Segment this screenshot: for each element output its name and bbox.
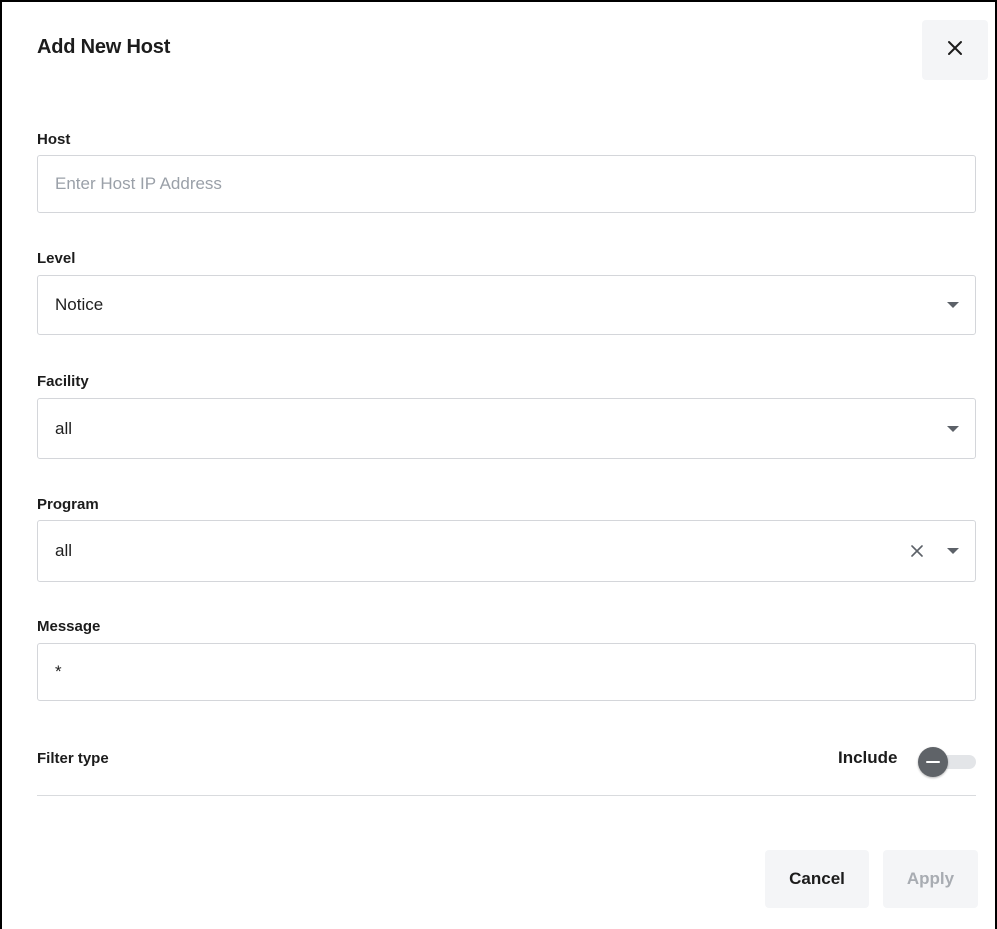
facility-selected-value: all bbox=[55, 418, 73, 438]
divider bbox=[37, 795, 976, 796]
chevron-down-icon bbox=[947, 425, 959, 432]
toggle-knob bbox=[918, 747, 948, 777]
include-label: Include bbox=[838, 748, 898, 767]
host-label: Host bbox=[37, 131, 71, 148]
clear-icon[interactable] bbox=[909, 543, 925, 559]
close-icon bbox=[947, 40, 963, 61]
minus-icon bbox=[926, 761, 940, 763]
facility-label: Facility bbox=[37, 373, 89, 390]
close-button[interactable] bbox=[922, 20, 988, 80]
level-label: Level bbox=[37, 250, 76, 267]
cancel-button[interactable]: Cancel bbox=[765, 850, 869, 908]
message-field bbox=[37, 643, 976, 701]
message-input[interactable] bbox=[38, 644, 975, 700]
add-host-dialog: Add New Host Host Level Notice Facility … bbox=[0, 0, 997, 929]
message-label: Message bbox=[37, 618, 101, 635]
filter-type-label: Filter type bbox=[37, 750, 109, 767]
chevron-down-icon bbox=[947, 302, 959, 308]
program-selected-value: all bbox=[55, 541, 73, 560]
level-selected-value: Notice bbox=[55, 295, 104, 314]
apply-button[interactable]: Apply bbox=[883, 850, 978, 908]
program-label: Program bbox=[37, 496, 99, 513]
include-toggle[interactable] bbox=[918, 747, 978, 777]
facility-select[interactable]: all bbox=[37, 398, 976, 459]
host-field bbox=[37, 155, 976, 213]
chevron-down-icon bbox=[947, 548, 959, 554]
level-select[interactable]: Notice bbox=[37, 275, 976, 335]
host-input[interactable] bbox=[38, 156, 975, 212]
program-select[interactable]: all bbox=[37, 520, 976, 582]
dialog-title: Add New Host bbox=[37, 36, 171, 58]
